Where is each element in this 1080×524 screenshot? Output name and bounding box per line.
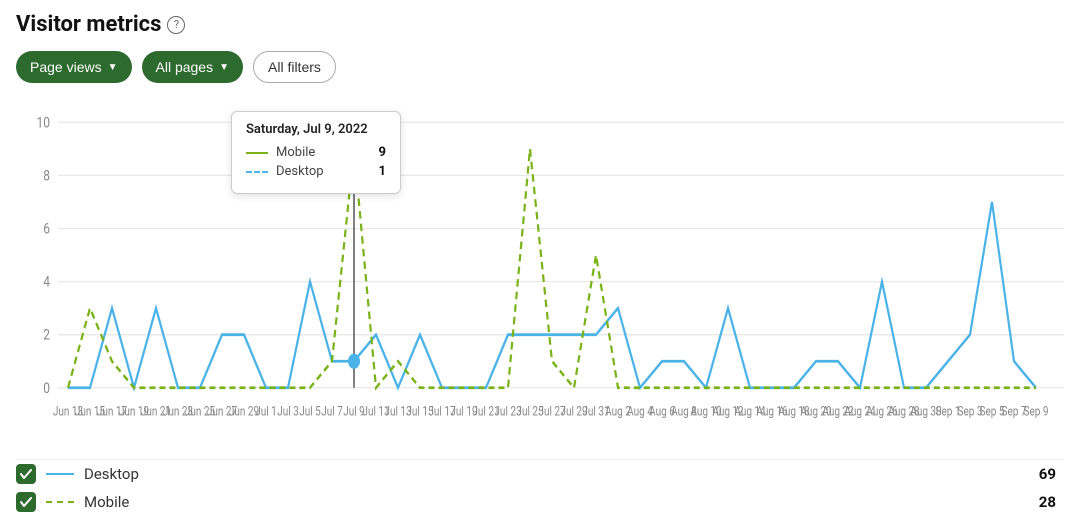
tooltip-desktop-value: 1	[379, 164, 386, 179]
chart-tooltip: Saturday, Jul 9, 2022 Mobile 9 Desktop 1	[231, 111, 401, 194]
legend-desktop-row: Desktop 69	[16, 464, 1064, 484]
mobile-line-icon	[46, 501, 74, 503]
svg-text:Sep 9: Sep 9	[1024, 403, 1049, 419]
svg-text:8: 8	[43, 167, 50, 185]
tooltip-date: Saturday, Jul 9, 2022	[246, 122, 386, 137]
chart-svg: 10 8 6 4 2 0 Jun 13 Jun 15 Jun 17 Jun 19…	[16, 97, 1064, 451]
all-filters-button[interactable]: All filters	[253, 51, 336, 83]
checkmark-icon	[20, 469, 32, 479]
svg-text:10: 10	[37, 114, 50, 132]
chevron-down-icon: ▼	[108, 62, 118, 73]
svg-text:Jul 5: Jul 5	[299, 403, 321, 419]
desktop-checkbox[interactable]	[16, 464, 36, 484]
mobile-legend-label: Mobile	[84, 493, 1029, 511]
chevron-down-icon: ▼	[219, 62, 229, 73]
info-icon[interactable]: ?	[167, 16, 185, 34]
tooltip-desktop-line-icon	[246, 171, 268, 173]
svg-text:Jul 7: Jul 7	[321, 403, 343, 419]
tooltip-desktop-row: Desktop 1	[246, 164, 386, 179]
page-title: Visitor metrics	[16, 12, 161, 37]
svg-text:4: 4	[43, 273, 50, 291]
tooltip-mobile-row: Mobile 9	[246, 145, 386, 160]
desktop-legend-count: 69	[1039, 465, 1064, 483]
desktop-legend-label: Desktop	[84, 465, 1029, 483]
mobile-legend-count: 28	[1039, 493, 1064, 511]
controls-bar: Page views ▼ All pages ▼ All filters	[16, 51, 1064, 83]
page-views-button[interactable]: Page views ▼	[16, 51, 132, 83]
checkmark-icon	[20, 497, 32, 507]
svg-text:6: 6	[43, 220, 50, 238]
legend-mobile-row: Mobile 28	[16, 492, 1064, 512]
svg-text:Jul 1: Jul 1	[255, 403, 277, 419]
tooltip-mobile-value: 9	[379, 145, 386, 160]
all-pages-button[interactable]: All pages ▼	[142, 51, 244, 83]
svg-text:2: 2	[43, 326, 50, 344]
tooltip-mobile-line-icon	[246, 152, 268, 154]
desktop-line-icon	[46, 473, 74, 475]
svg-text:Jul 3: Jul 3	[277, 403, 299, 419]
chart-area: 10 8 6 4 2 0 Jun 13 Jun 15 Jun 17 Jun 19…	[16, 97, 1064, 451]
page-header: Visitor metrics ?	[16, 12, 1064, 37]
mobile-checkbox[interactable]	[16, 492, 36, 512]
svg-text:0: 0	[43, 380, 50, 398]
legend-area: Desktop 69 Mobile 28	[16, 459, 1064, 512]
